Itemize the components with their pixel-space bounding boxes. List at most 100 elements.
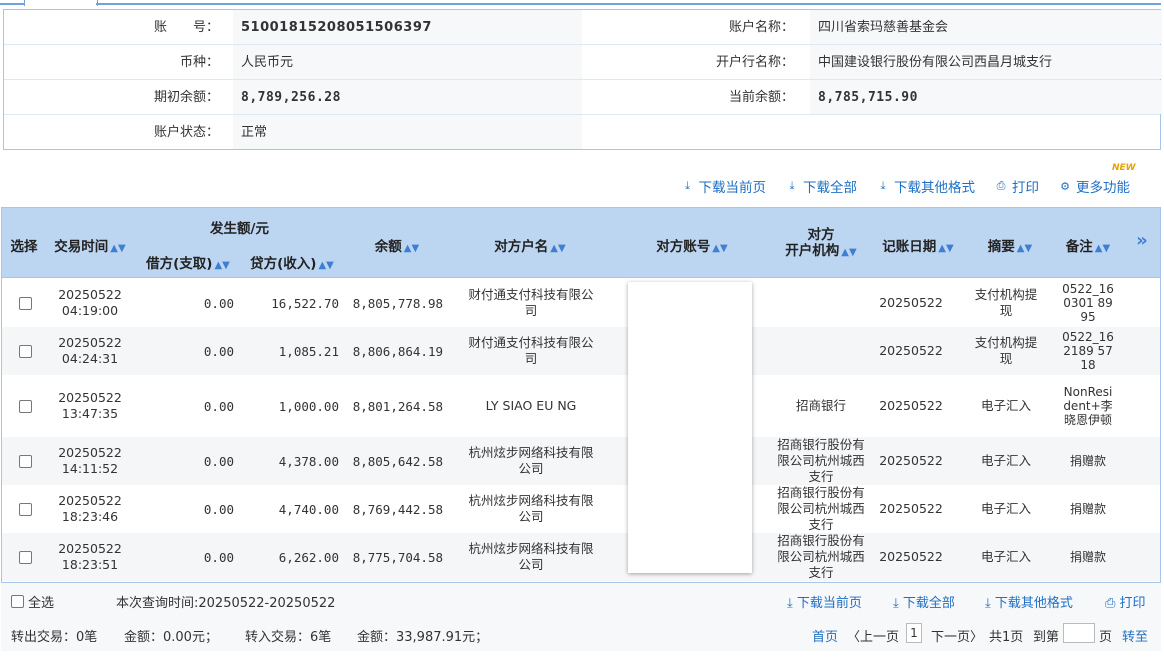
print-button[interactable]: ⎙ 打印	[995, 176, 1039, 196]
cell-party-bank: 招商银行股份有限公司杭州城西支行	[776, 437, 866, 485]
header-debit-label: 借方(支取)	[146, 256, 213, 272]
cell-time: 04:19:00	[61, 303, 119, 318]
row-checkbox[interactable]	[18, 344, 32, 358]
goto-button[interactable]: 转至	[1122, 626, 1148, 645]
cell-select[interactable]	[12, 485, 38, 533]
info-row-currency: 币种： 人民币元 开户行名称： 中国建设银行股份有限公司西昌月城支行	[4, 45, 1162, 80]
cell-party-name-text: 财付通支付科技有限公司	[468, 335, 594, 366]
cell-time: 20250522 18:23:51	[50, 533, 130, 581]
table-row[interactable]: 20250522 18:23:51 0.00 6,262.00 8,775,704.58…	[2, 533, 1160, 581]
footer-download-other-button[interactable]: ⤓ 下载其他格式	[985, 592, 1073, 611]
tab-strip-edge	[0, 0, 25, 5]
first-page-link[interactable]: 首页	[812, 626, 838, 645]
cell-summary-text: 电子汇入	[980, 453, 1031, 468]
cell-post-date: 20250522	[878, 327, 944, 375]
cell-party-name-text: 杭州炫步网络科技有限公司	[468, 493, 594, 524]
cell-remark-text: 0522_160301 8995	[1062, 282, 1114, 324]
header-party-bank[interactable]: 对方 开户机构 ▲▼	[778, 227, 864, 261]
cell-post-date-text: 20250522	[879, 295, 943, 310]
cell-select[interactable]	[12, 279, 38, 327]
table-row[interactable]: 20250522 18:23:46 0.00 4,740.00 8,769,442.58…	[2, 485, 1160, 533]
row-checkbox[interactable]	[18, 502, 32, 516]
row-checkbox[interactable]	[18, 399, 32, 413]
out-count: 转出交易：0笔	[11, 630, 98, 645]
cell-credit-text: 1,085.21	[278, 343, 339, 359]
cell-remark: 捐赠款	[1060, 533, 1116, 581]
download-other-format-button[interactable]: ⤓ 下载其他格式	[877, 176, 975, 196]
cell-remark-text: 捐赠款	[1069, 550, 1106, 564]
cell-debit-text: 0.00	[203, 549, 234, 565]
cell-balance-text: 8,769,442.58	[352, 501, 443, 517]
table-row[interactable]: 20250522 04:19:00 0.00 16,522.70 8,805,778.9…	[2, 279, 1160, 327]
download-icon: ⤓	[787, 596, 797, 611]
row-checkbox[interactable]	[18, 454, 32, 468]
prev-page-link[interactable]: 〈上一页	[847, 626, 899, 645]
cell-party-bank-text: 招商银行	[795, 398, 846, 413]
download-icon: ⤓	[789, 179, 795, 192]
cell-debit: 0.00	[142, 437, 234, 485]
active-tab[interactable]	[24, 0, 98, 6]
download-all-button[interactable]: ⤓ 下载全部	[786, 176, 857, 196]
header-summary-label: 摘要	[987, 239, 1015, 255]
cell-remark: 0522_160301 8995	[1060, 279, 1116, 327]
cell-debit: 0.00	[142, 485, 234, 533]
cell-remark-text: NonResident+李晓恩伊顿	[1063, 385, 1113, 427]
header-party-name[interactable]: 对方户名 ▲▼	[480, 235, 580, 255]
cell-party-bank-text: 招商银行股份有限公司杭州城西支行	[777, 533, 865, 580]
cell-party-bank: 招商银行股份有限公司杭州城西支行	[776, 533, 866, 581]
currency-label: 币种：	[179, 55, 219, 70]
footer-download-page-button[interactable]: ⤓ 下载当前页	[787, 592, 862, 611]
footer-download-all-button[interactable]: ⤓ 下载全部	[893, 592, 955, 611]
select-all[interactable]: 全选	[11, 592, 54, 611]
cell-select[interactable]	[12, 375, 38, 437]
tab-strip-line	[96, 3, 1161, 5]
more-functions-button[interactable]: ⚙ 更多功能	[1059, 176, 1130, 197]
cell-summary: 支付机构提现	[966, 279, 1046, 327]
cell-party-name-text: LY SIAO EU NG	[485, 398, 577, 413]
cell-time: 13:47:35	[61, 406, 119, 421]
cell-balance-text: 8,801,264.58	[352, 398, 443, 414]
cell-party-bank-text: 招商银行股份有限公司杭州城西支行	[777, 437, 865, 484]
header-time[interactable]: 交易时间 ▲▼	[50, 235, 130, 255]
row-checkbox[interactable]	[18, 296, 32, 310]
table-row[interactable]: 20250522 04:24:31 0.00 1,085.21 8,806,864.19…	[2, 327, 1160, 375]
table-header: 选择 交易时间 ▲▼ 发生额/元 借方(支取) ▲▼ 贷方(收入) ▲▼ 余额 ▲▼ 对…	[2, 208, 1160, 278]
table-row[interactable]: 20250522 14:11:52 0.00 4,378.00 8,805,642.58…	[2, 437, 1160, 485]
footer-summary: 转出交易：0笔 金额：0.00元； 转入交易：6笔 金额：33,987.91元；…	[1, 619, 1161, 651]
cell-balance: 8,806,864.19	[342, 327, 443, 375]
bank-value: 中国建设银行股份有限公司西昌月城支行	[810, 45, 1162, 79]
footer-print-button[interactable]: ⎙ 打印	[1105, 592, 1146, 611]
select-all-checkbox[interactable]	[11, 595, 24, 608]
currency-value: 人民币元	[233, 45, 582, 79]
cell-summary: 电子汇入	[966, 437, 1046, 485]
cell-select[interactable]	[12, 327, 38, 375]
current-page[interactable]: 1	[906, 623, 922, 643]
cell-summary-text: 支付机构提现	[974, 335, 1038, 366]
scroll-right-icon[interactable]: »	[1130, 230, 1154, 251]
header-party-account[interactable]: 对方账号 ▲▼	[642, 235, 742, 255]
current-balance-value: 8,785,715.90	[810, 80, 1162, 114]
cell-time: 18:23:46	[61, 509, 119, 524]
row-checkbox[interactable]	[18, 550, 32, 564]
header-post-date[interactable]: 记账日期 ▲▼	[878, 235, 958, 255]
footer-download-page-label: 下载当前页	[796, 596, 862, 611]
table-row[interactable]: 20250522 13:47:35 0.00 1,000.00 8,801,264.58…	[2, 375, 1160, 437]
cell-post-date-text: 20250522	[879, 549, 943, 564]
toolbar: ⤓ 下载当前页 ⤓ 下载全部 ⤓ 下载其他格式 ⎙ 打印 ⚙ 更多功能	[662, 176, 1130, 197]
goto-suffix: 页	[1099, 630, 1113, 645]
cell-balance: 8,801,264.58	[342, 375, 443, 437]
header-balance[interactable]: 余额 ▲▼	[362, 235, 432, 255]
cell-post-date: 20250522	[878, 279, 944, 327]
cell-select[interactable]	[12, 533, 38, 581]
cell-summary-text: 电子汇入	[980, 398, 1031, 413]
next-page-link[interactable]: 下一页〉	[931, 626, 983, 645]
cell-select[interactable]	[12, 437, 38, 485]
header-summary[interactable]: 摘要 ▲▼	[980, 235, 1040, 255]
total-pages: 共1页	[989, 630, 1024, 645]
cell-post-date-text: 20250522	[879, 398, 943, 413]
header-credit[interactable]: 贷方(收入) ▲▼	[246, 252, 338, 272]
header-debit[interactable]: 借方(支取) ▲▼	[140, 252, 236, 272]
download-page-button[interactable]: ⤓ 下载当前页	[682, 176, 766, 196]
header-remark[interactable]: 备注 ▲▼	[1060, 235, 1116, 255]
goto-page-input[interactable]	[1063, 623, 1095, 643]
